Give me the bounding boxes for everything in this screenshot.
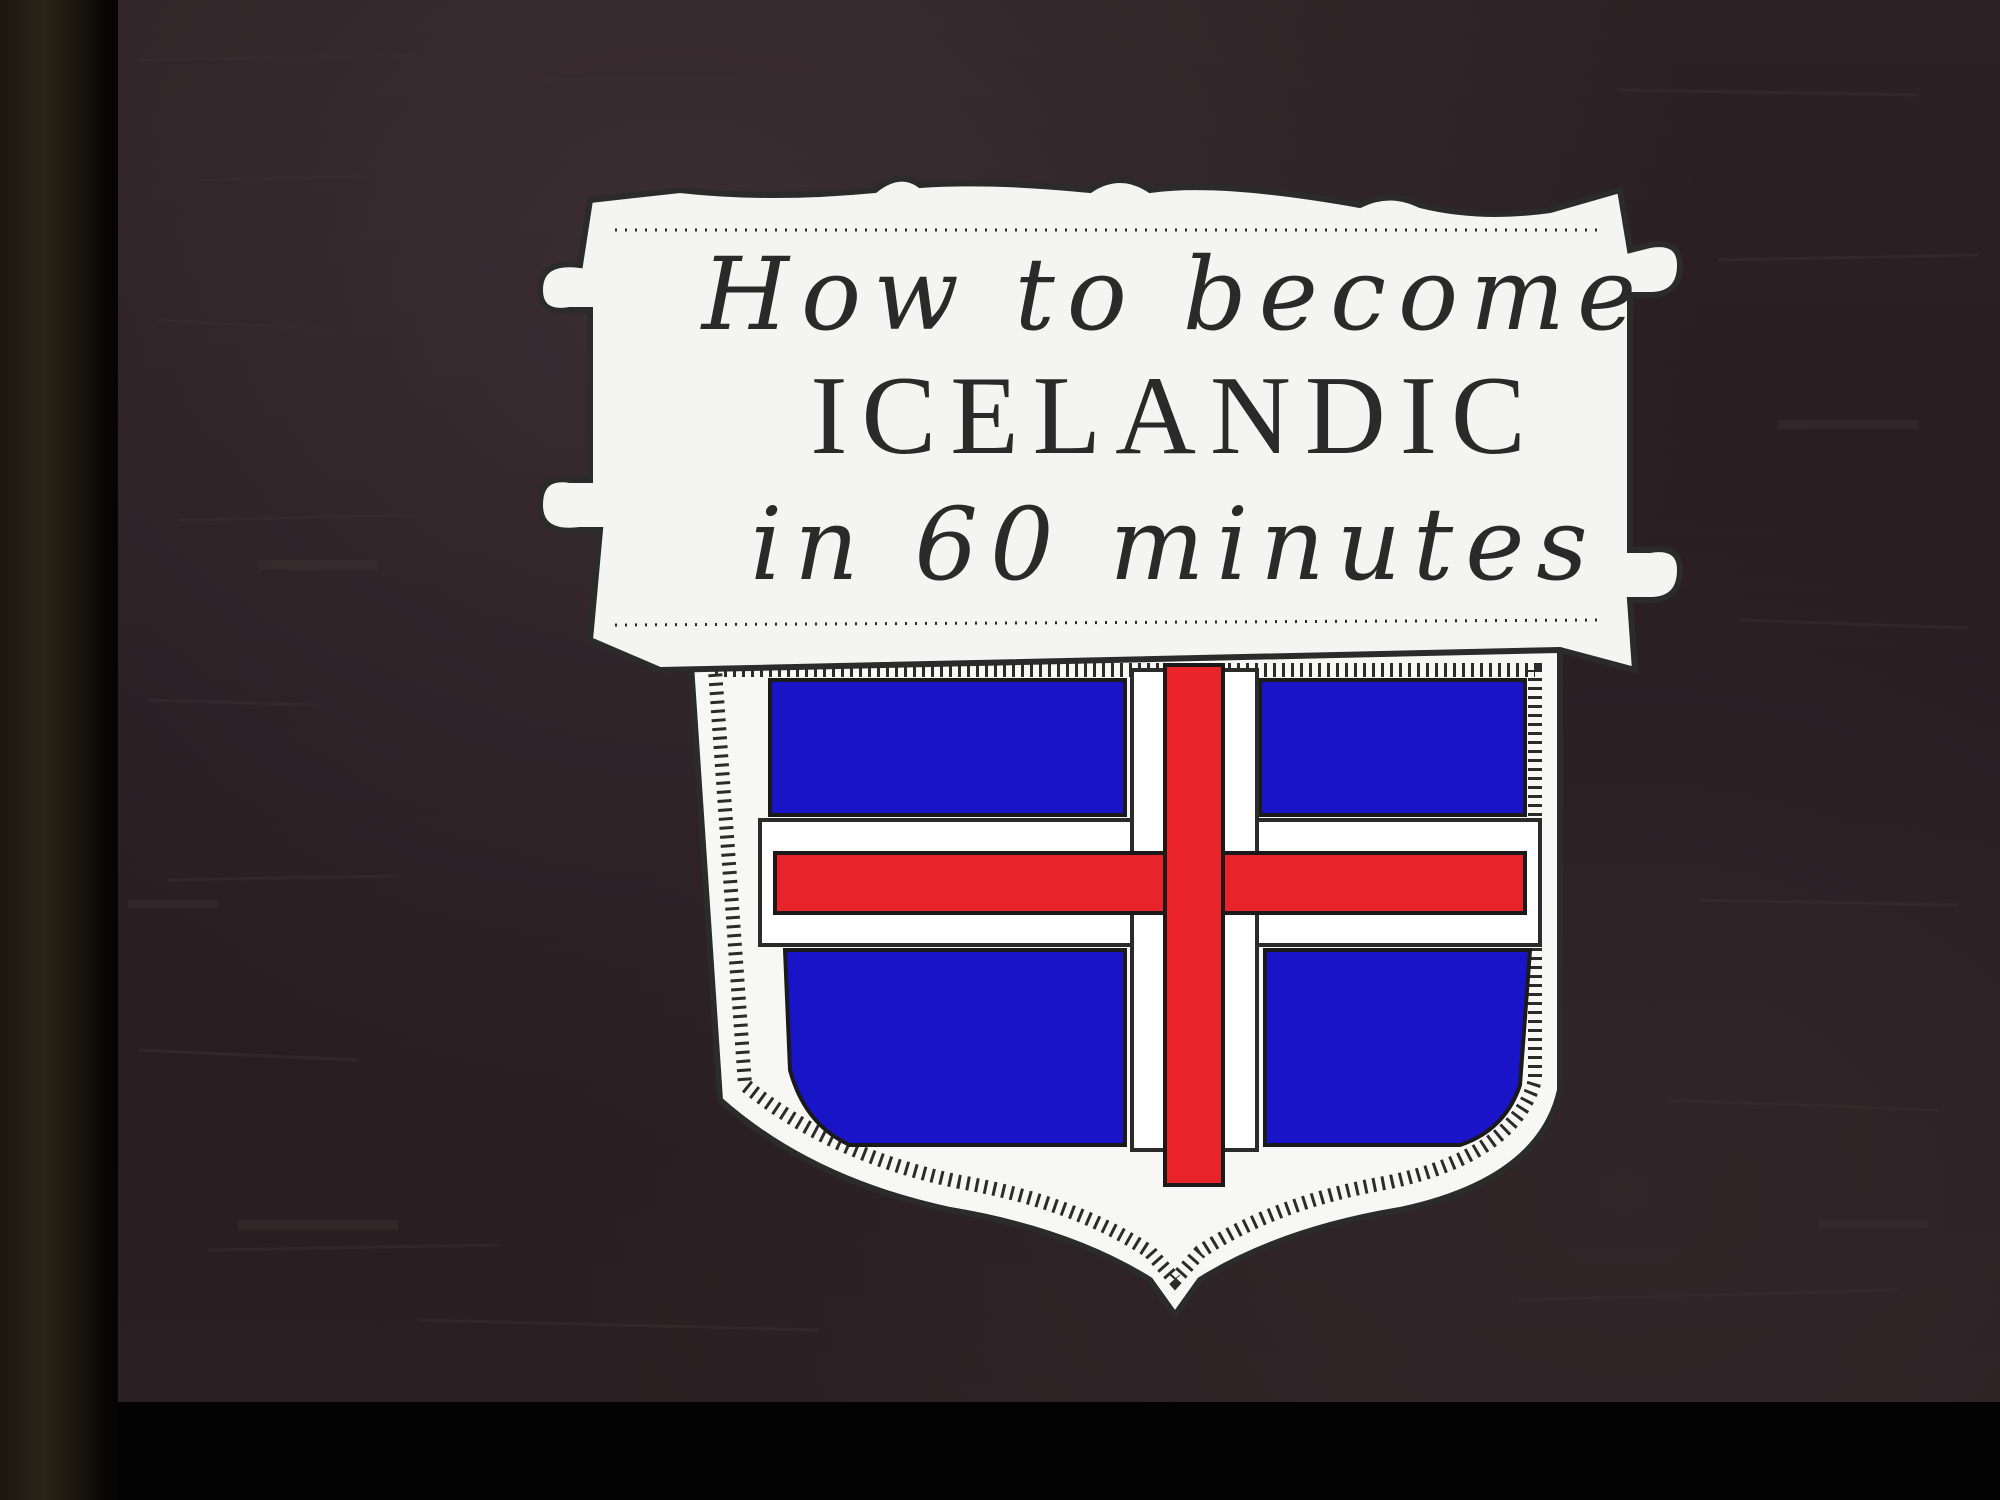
flag-blue-bottom-left: [782, 948, 1127, 1147]
flag-blue-top-left: [768, 678, 1127, 817]
title-line-3: in 60 minutes: [750, 486, 1600, 603]
flag-red-cross-horizontal: [773, 851, 1527, 915]
title-line-1: How to become: [701, 236, 1649, 353]
wall-edge: [0, 0, 110, 1500]
title-line-2: ICELANDIC: [810, 354, 1540, 478]
flag-blue-top-right: [1258, 678, 1527, 817]
slide-title: How to become ICELANDIC in 60 minutes: [660, 245, 1690, 610]
flag-blue-bottom-right: [1263, 948, 1533, 1147]
flag-red-cross-vertical: [1163, 663, 1225, 1187]
screen-bottom-edge: [118, 1402, 2000, 1500]
photo-frame: How to become ICELANDIC in 60 minutes: [0, 0, 2000, 1500]
